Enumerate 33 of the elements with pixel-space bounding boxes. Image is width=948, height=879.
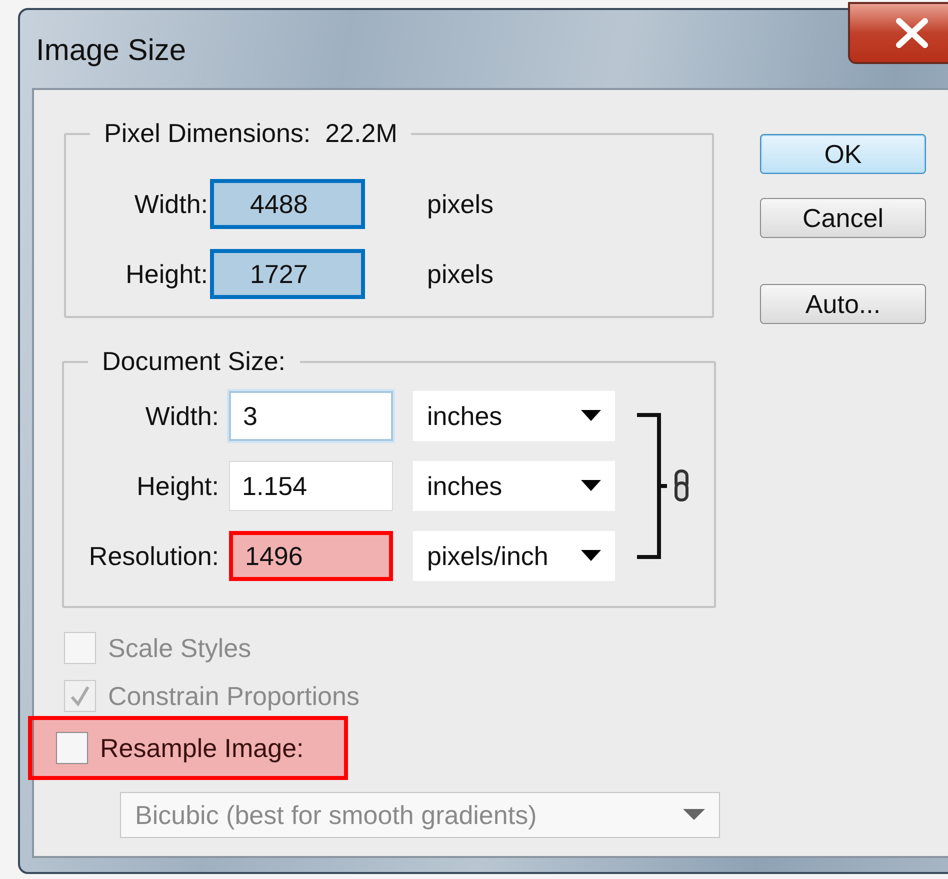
- unit-label: pixels: [427, 188, 494, 220]
- field-label: Width:: [133, 188, 208, 220]
- dropdown-arrow-icon: [581, 480, 601, 492]
- checkbox-label: Constrain Proportions: [108, 680, 360, 712]
- checkbox-label: Resample Image:: [100, 732, 304, 764]
- field-label: Width:: [144, 400, 220, 432]
- dropdown-arrow-icon: [683, 809, 705, 821]
- dialog-button[interactable]: OK: [760, 134, 926, 174]
- unit-label: pixels: [427, 258, 494, 290]
- pixel-value: 1727: [210, 249, 365, 299]
- group-legend: Pixel Dimensions:: [104, 118, 311, 148]
- input-field[interactable]: 1.154: [229, 461, 393, 511]
- input-field[interactable]: 3: [229, 391, 393, 441]
- dropdown-arrow-icon: [581, 550, 601, 562]
- close-button[interactable]: [848, 2, 948, 64]
- input-field[interactable]: 1496: [229, 531, 393, 581]
- unit-dropdown[interactable]: inches: [413, 391, 615, 441]
- check-icon: [68, 684, 92, 708]
- window-title: Image Size: [36, 34, 186, 68]
- dialog-button[interactable]: Cancel: [760, 198, 926, 238]
- checkbox[interactable]: [56, 732, 88, 764]
- unit-dropdown[interactable]: inches: [413, 461, 615, 511]
- field-label: Height:: [136, 470, 220, 502]
- pixel-value: 4488: [210, 179, 365, 229]
- dialog-button[interactable]: Auto...: [760, 284, 926, 324]
- field-label: Height:: [124, 258, 208, 290]
- checkbox-label: Scale Styles: [108, 632, 252, 664]
- close-icon: [895, 18, 929, 48]
- pixel-size-text: 22.2M: [325, 118, 398, 148]
- unit-dropdown[interactable]: pixels/inch: [413, 531, 615, 581]
- group-legend: Document Size:: [102, 346, 286, 376]
- dropdown-arrow-icon: [581, 410, 601, 422]
- field-label: Resolution:: [88, 540, 220, 572]
